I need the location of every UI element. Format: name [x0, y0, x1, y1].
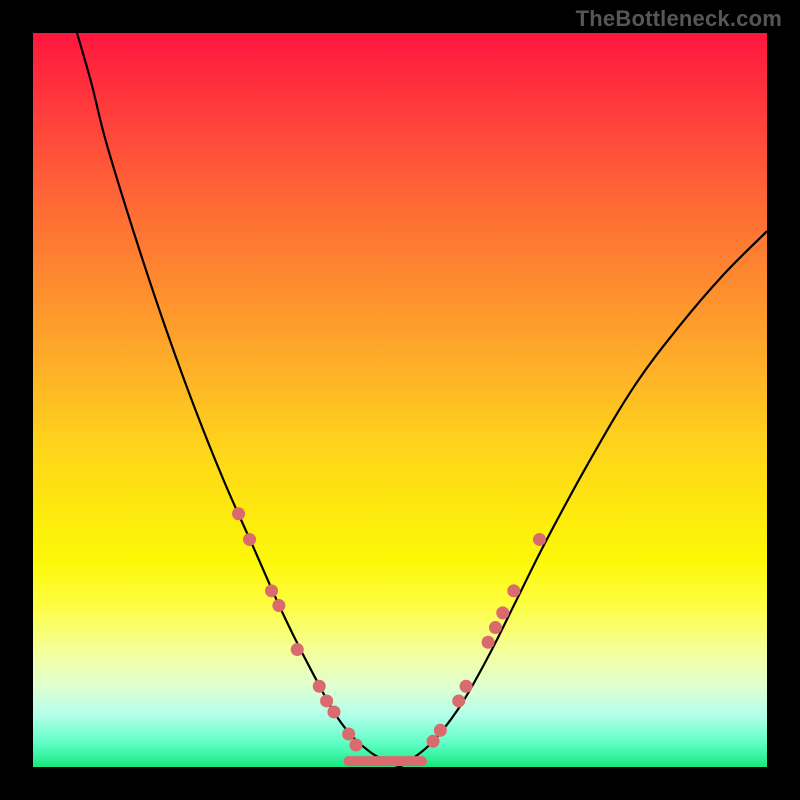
right-curve [400, 231, 767, 767]
data-point [533, 533, 546, 546]
data-point [489, 621, 502, 634]
data-point [291, 643, 304, 656]
data-point [460, 680, 473, 693]
plot-area [33, 33, 767, 767]
data-point [327, 705, 340, 718]
left-curve [77, 33, 400, 767]
curve-layer [77, 33, 767, 767]
data-point [232, 507, 245, 520]
data-point [320, 694, 333, 707]
chart-svg [33, 33, 767, 767]
attribution-text: TheBottleneck.com [576, 6, 782, 32]
data-point [434, 724, 447, 737]
data-point [452, 694, 465, 707]
data-point [243, 533, 256, 546]
data-point [496, 606, 509, 619]
data-point [272, 599, 285, 612]
data-point [349, 738, 362, 751]
data-point [482, 636, 495, 649]
data-point [265, 584, 278, 597]
data-point [427, 735, 440, 748]
dots-layer [232, 507, 546, 751]
chart-stage: TheBottleneck.com [0, 0, 800, 800]
data-point [507, 584, 520, 597]
data-point [342, 727, 355, 740]
data-point [313, 680, 326, 693]
